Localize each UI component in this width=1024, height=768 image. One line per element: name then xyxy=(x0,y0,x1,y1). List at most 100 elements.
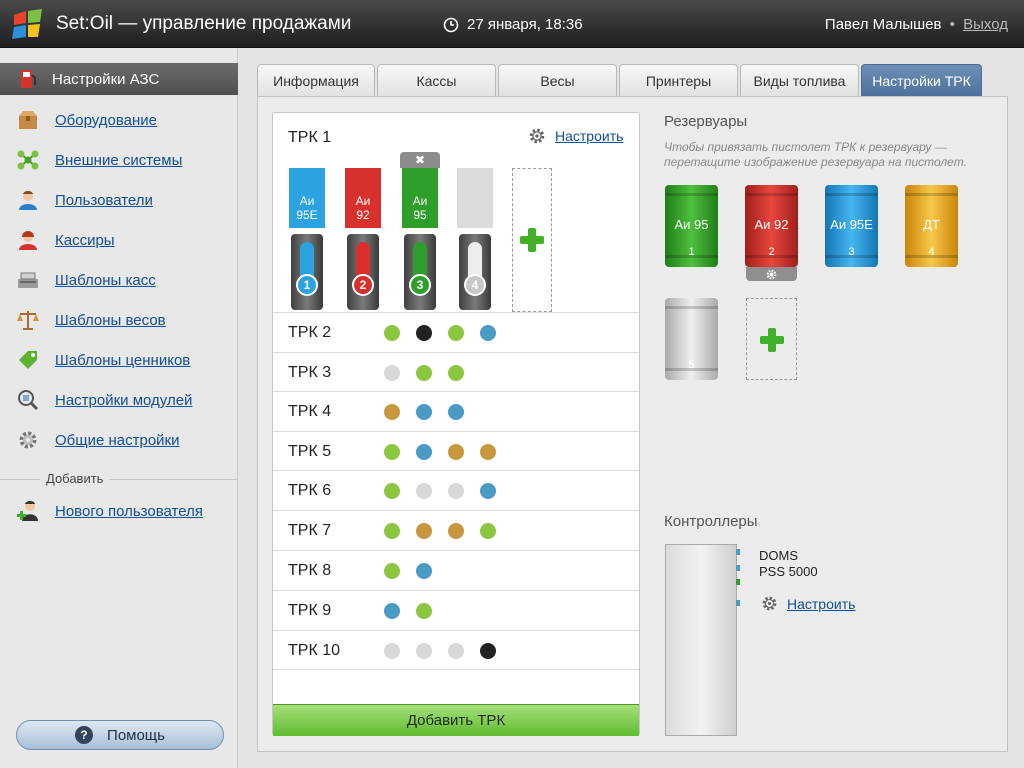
nozzle-body: 4 xyxy=(459,234,491,310)
nozzle-dot xyxy=(416,523,432,539)
nozzle-dot xyxy=(384,603,400,619)
reservoirs-title: Резервуары xyxy=(664,113,748,130)
nozzle-dot xyxy=(448,483,464,499)
nozzle-dot xyxy=(448,325,464,341)
nozzle-body: 1 xyxy=(291,234,323,310)
help-label: Помощь xyxy=(107,726,165,744)
tab-scales[interactable]: Весы xyxy=(498,64,617,96)
sidebar-item-register-templates[interactable]: Шаблоны касс xyxy=(16,268,156,292)
gear-icon xyxy=(529,128,545,144)
tab-printers[interactable]: Принтеры xyxy=(619,64,738,96)
sidebar-item-label[interactable]: Кассиры xyxy=(55,232,115,249)
sidebar-item-equipment[interactable]: Оборудование xyxy=(16,108,157,132)
price-tag-icon xyxy=(16,348,40,372)
pump-row[interactable]: ТРК 10 xyxy=(273,630,639,670)
reservoir-settings-button[interactable] xyxy=(746,267,797,281)
user-name: Павел Малышев xyxy=(824,16,942,33)
nozzle-dot xyxy=(448,444,464,460)
sidebar-item-label[interactable]: Оборудование xyxy=(55,112,157,129)
nozzle-3[interactable]: Аи 95 3 xyxy=(402,168,438,312)
sidebar-item-price-tag-templates[interactable]: Шаблоны ценников xyxy=(16,348,190,372)
pump-name: ТРК 4 xyxy=(288,403,332,420)
reservoir-4[interactable]: ДТ 4 xyxy=(905,185,958,267)
configure-link[interactable]: Настроить xyxy=(555,128,623,144)
barrel-rib xyxy=(745,193,798,196)
tab-information[interactable]: Информация xyxy=(257,64,375,96)
tab-pump-settings[interactable]: Настройки ТРК xyxy=(861,64,982,96)
pump-row[interactable]: ТРК 7 xyxy=(273,510,639,550)
nozzle-dot xyxy=(384,404,400,420)
sidebar-item-station-settings[interactable]: Настройки АЗС xyxy=(0,63,238,95)
gear-icon xyxy=(16,428,40,452)
tab-fuel-types[interactable]: Виды топлива xyxy=(740,64,859,96)
datetime: 27 января, 18:36 xyxy=(443,16,583,33)
nozzle-4[interactable]: 4 xyxy=(457,168,493,312)
sidebar-item-label[interactable]: Шаблоны весов xyxy=(55,312,166,329)
controller-configure[interactable]: Настроить xyxy=(760,594,855,613)
pump-row[interactable]: ТРК 4 xyxy=(273,391,639,431)
help-button[interactable]: ? Помощь xyxy=(16,720,224,750)
nozzle-2[interactable]: Аи 92 2 xyxy=(345,168,381,312)
grade-label: 95 xyxy=(413,208,427,222)
pump-name: ТРК 7 xyxy=(288,522,332,539)
reservoirs-hint: Чтобы привязать пистолет ТРК к резервуар… xyxy=(664,140,967,169)
pump-name: ТРК 3 xyxy=(288,364,332,381)
nozzle-dot xyxy=(480,643,496,659)
pump-row[interactable]: ТРК 2 xyxy=(273,312,639,352)
sidebar-item-external-systems[interactable]: Внешние системы xyxy=(16,148,182,172)
clock-icon xyxy=(443,17,459,32)
nozzle-dot xyxy=(416,643,432,659)
reservoir-fuel: Аи 92 xyxy=(754,217,789,232)
sidebar-item-label[interactable]: Внешние системы xyxy=(55,152,182,169)
reservoir-3[interactable]: Аи 95Е 3 xyxy=(825,185,878,267)
reservoir-5[interactable]: 5 xyxy=(665,298,718,380)
pump-row[interactable]: ТРК 6 xyxy=(273,470,639,510)
nozzle-dot xyxy=(384,643,400,659)
pump-1-configure[interactable]: Настроить xyxy=(527,126,623,146)
fuel-label: Аи xyxy=(299,194,315,208)
add-reservoir-button[interactable] xyxy=(746,298,797,380)
pump-row[interactable]: ТРК 5 xyxy=(273,431,639,471)
sidebar-item-general-settings[interactable]: Общие настройки xyxy=(16,428,180,452)
user-icon xyxy=(16,188,40,212)
sidebar-item-scale-templates[interactable]: Шаблоны весов xyxy=(16,308,166,332)
add-pump-button[interactable]: Добавить ТРК xyxy=(273,704,639,736)
barrel-rib xyxy=(905,193,958,196)
sidebar-item-label[interactable]: Шаблоны ценников xyxy=(55,352,190,369)
sidebar-item-cashiers[interactable]: Кассиры xyxy=(16,228,115,252)
logout-link[interactable]: Выход xyxy=(963,16,1008,33)
pump-row[interactable]: ТРК 9 xyxy=(273,590,639,630)
top-bar: Set:Oil — управление продажами 27 января… xyxy=(0,0,1024,48)
pump-row[interactable]: ТРК 8 xyxy=(273,550,639,590)
nozzle-dot xyxy=(448,643,464,659)
sidebar-item-label[interactable]: Настройки модулей xyxy=(55,392,192,409)
remove-nozzle-button[interactable]: ✖ xyxy=(400,152,440,168)
configure-link[interactable]: Настроить xyxy=(787,596,855,612)
nozzle-dot xyxy=(384,325,400,341)
logo-icon xyxy=(12,9,42,39)
barrel-rib xyxy=(665,193,718,196)
pump-row[interactable]: ТРК 3 xyxy=(273,352,639,392)
controller-device[interactable] xyxy=(665,544,737,736)
status-led xyxy=(736,579,740,585)
sidebar-item-users[interactable]: Пользователи xyxy=(16,188,153,212)
sidebar-item-label[interactable]: Пользователи xyxy=(55,192,153,209)
nozzle-number: 2 xyxy=(352,274,374,296)
add-nozzle-button[interactable] xyxy=(512,168,552,312)
reservoir-1[interactable]: Аи 95 1 xyxy=(665,185,718,267)
sidebar-item-module-settings[interactable]: Настройки модулей xyxy=(16,388,192,412)
tab-registers[interactable]: Кассы xyxy=(377,64,496,96)
sidebar-item-label[interactable]: Нового пользователя xyxy=(55,503,203,520)
pump-name: ТРК 8 xyxy=(288,562,332,579)
nozzle-1[interactable]: Аи 95Е 1 xyxy=(289,168,325,312)
nozzle-dot xyxy=(384,365,400,381)
reservoir-2[interactable]: Аи 92 2 xyxy=(745,185,798,267)
fuel-label: Аи xyxy=(412,194,428,208)
sidebar-item-label[interactable]: Общие настройки xyxy=(55,432,180,449)
sidebar: Настройки АЗС Оборудование Внешние систе… xyxy=(0,48,238,768)
nozzle-fuel-tag: Аи 95 xyxy=(402,168,438,228)
add-section-label: Добавить xyxy=(40,471,110,486)
sidebar-item-label[interactable]: Шаблоны касс xyxy=(55,272,156,289)
sidebar-item-new-user[interactable]: Нового пользователя xyxy=(16,499,203,523)
gear-icon xyxy=(762,596,777,611)
